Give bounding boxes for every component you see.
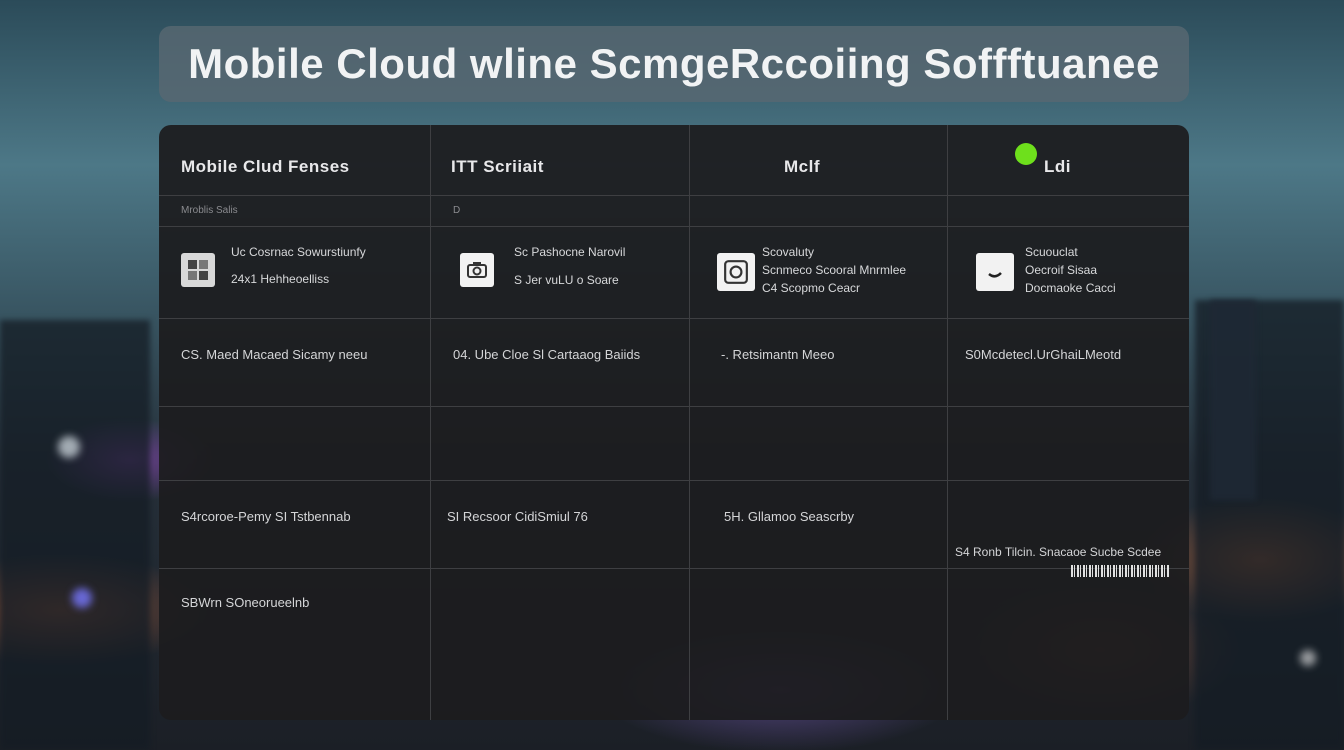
app-grid-icon[interactable] [181, 253, 215, 287]
camera-icon[interactable] [460, 253, 494, 287]
table-cell: S4rcoroe-Pemy SI Tstbennab [181, 509, 351, 524]
app-detail: Oecroif Sisaa [1025, 263, 1098, 277]
table-cell: SBWrn SOneorueelnb [181, 595, 310, 610]
app-detail: 24x1 Hehheoelliss [231, 272, 330, 286]
app-name: Sc Pashocne Narovil [514, 245, 626, 259]
app-name: Scovaluty [762, 245, 815, 259]
app-detail: Scnmeco Scooral Mnrmlee [762, 263, 907, 277]
footnote: S4 Ronb Tilcin. Snacaoe Sucbe Scdee [955, 545, 1162, 559]
row-divider [159, 406, 1189, 407]
column-divider [689, 125, 690, 720]
row-divider [159, 568, 1189, 569]
check-icon[interactable] [976, 253, 1014, 291]
barcode-icon [1071, 565, 1169, 577]
row-divider [159, 318, 1189, 319]
column-divider [947, 125, 948, 720]
app-name: Uc Cosrnac Sowurstiunfy [231, 245, 366, 259]
background-building [1210, 300, 1256, 500]
table-cell: CS. Maed Macaed Sicamy neeu [181, 347, 368, 362]
background-light [72, 588, 92, 608]
page-title: Mobile Cloud wline ScmgeRccoiing Soffftu… [188, 40, 1160, 87]
app-name: Scuouclat [1025, 245, 1078, 259]
table-cell: SI Recsoor CidiSmiul 76 [447, 509, 588, 524]
app-detail: C4 Scopmo Ceacr [762, 281, 861, 295]
background-building [0, 320, 150, 750]
column-header[interactable]: Mobile Clud Fenses [181, 157, 350, 177]
background-light [58, 436, 80, 458]
table-cell: -. Retsimantn Meeo [721, 347, 835, 362]
cloud-sync-icon[interactable] [717, 253, 755, 291]
column-header[interactable]: ITT Scriiait [451, 157, 544, 177]
table-cell: 04. Ube Cloe Sl Cartaaog Baiids [453, 347, 641, 362]
table-cell: S0Mcdetecl.UrGhaiLMeotd [965, 347, 1122, 362]
title-bar: Mobile Cloud wline ScmgeRccoiing Soffftu… [159, 26, 1189, 102]
comparison-table: Mobile Clud Fenses ITT Scriiait Mclf Ldi… [159, 125, 1189, 720]
row-divider [159, 480, 1189, 481]
app-detail: S Jer vuLU o Soare [514, 273, 619, 287]
background-light [1300, 650, 1316, 666]
column-subheader: D [453, 205, 461, 216]
column-header[interactable]: Ldi [1044, 157, 1071, 177]
table-cell: 5H. Gllamoo Seascrby [724, 509, 855, 524]
row-divider [159, 226, 1189, 227]
column-header[interactable]: Mclf [784, 157, 820, 177]
column-divider [430, 125, 431, 720]
column-subheader: Mroblis Salis [181, 205, 238, 216]
app-detail: Docmaoke Cacci [1025, 281, 1116, 295]
status-indicator-icon [1015, 143, 1037, 165]
row-divider [159, 195, 1189, 196]
